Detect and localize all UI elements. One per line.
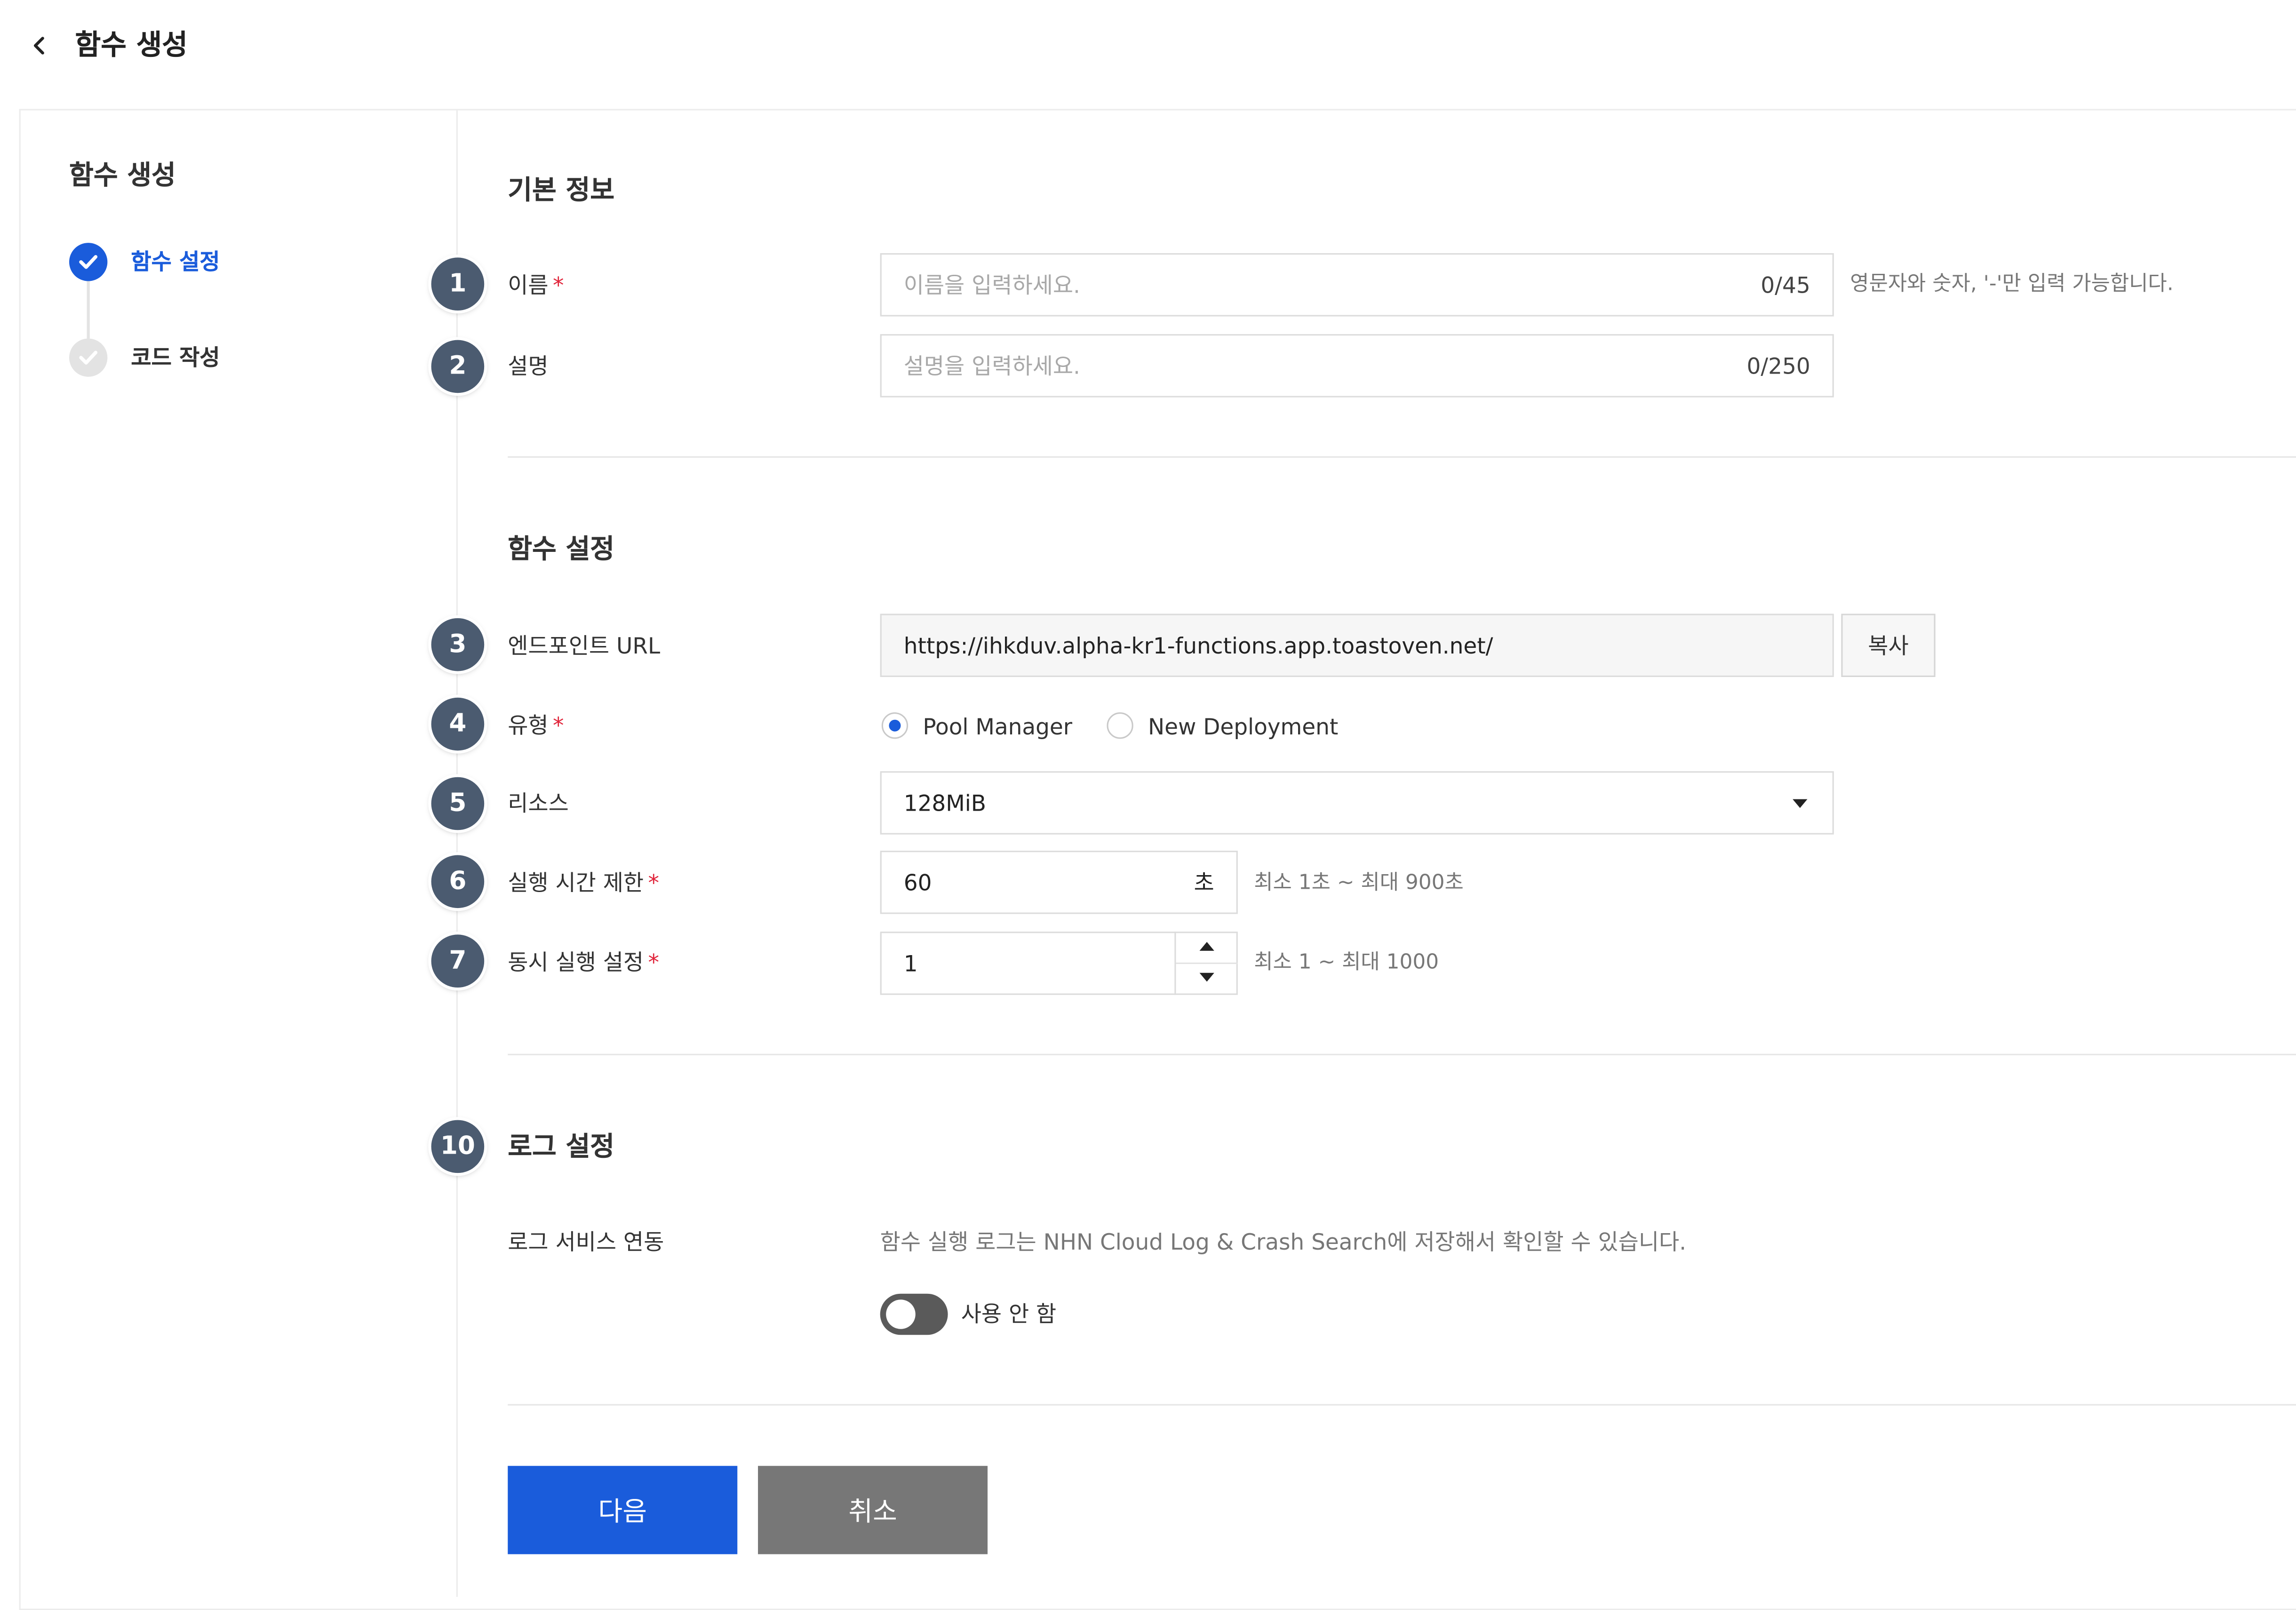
stepper-divider (1176, 962, 1238, 964)
increment-arrow-icon[interactable] (1199, 942, 1214, 951)
endpoint-label: 엔드포인트 URL (508, 633, 661, 660)
toggle-knob (886, 1299, 916, 1329)
decrement-arrow-icon[interactable] (1199, 972, 1214, 982)
concurrency-label: 동시 실행 설정 * (508, 949, 659, 976)
sidebar-step-function-settings[interactable]: 함수 설정 (131, 246, 220, 278)
section-divider (508, 1404, 2296, 1406)
concurrency-value: 1 (903, 950, 918, 978)
endpoint-url-field: https://ihkduv.alpha-kr1-functions.app.t… (880, 614, 1834, 677)
callout-badge: 1 (431, 257, 485, 311)
log-service-label: 로그 서비스 연동 (508, 1229, 664, 1256)
description-char-counter: 0/250 (1746, 353, 1810, 380)
radio-pool-manager[interactable] (881, 712, 909, 739)
section-title-function-settings: 함수 설정 (508, 534, 615, 566)
required-mark: * (552, 272, 564, 299)
log-toggle-label: 사용 안 함 (961, 1301, 1057, 1328)
required-mark: * (552, 712, 564, 739)
section-title-basic-info: 기본 정보 (508, 175, 615, 206)
resource-select[interactable]: 128MiB (880, 771, 1834, 835)
chevron-down-icon (1793, 799, 1808, 808)
description-placeholder: 설명을 입력하세요. (903, 353, 1080, 380)
name-hint: 영문자와 숫자, '-'만 입력 가능합니다. (1850, 272, 2174, 296)
sidebar-divider (456, 109, 458, 1597)
callout-badge: 7 (431, 934, 485, 988)
callout-badge: 5 (431, 777, 485, 830)
description-label: 설명 (508, 353, 549, 380)
timeout-value: 60 (903, 869, 932, 897)
name-placeholder: 이름을 입력하세요. (903, 272, 1080, 299)
sidebar-title: 함수 생성 (69, 160, 176, 191)
endpoint-url-value: https://ihkduv.alpha-kr1-functions.app.t… (903, 633, 1493, 660)
sidebar-step-write-code[interactable]: 코드 작성 (131, 342, 220, 374)
required-mark: * (648, 949, 659, 976)
section-title-log-settings: 로그 설정 (508, 1132, 615, 1163)
log-service-description: 함수 실행 로그는 NHN Cloud Log & Crash Search에 … (880, 1229, 1687, 1256)
resource-selected-value: 128MiB (903, 790, 986, 817)
description-input[interactable]: 설명을 입력하세요. 0/250 (880, 334, 1834, 398)
callout-badge: 10 (431, 1120, 485, 1173)
timeout-label: 실행 시간 제한 * (508, 869, 659, 897)
callout-badge: 4 (431, 697, 485, 751)
section-divider (508, 1053, 2296, 1055)
copy-button[interactable]: 복사 (1841, 614, 1936, 677)
radio-pool-manager-label[interactable]: Pool Manager (923, 711, 1072, 743)
callout-badge: 2 (431, 340, 485, 393)
radio-new-deployment-label[interactable]: New Deployment (1148, 711, 1338, 743)
timeout-input[interactable]: 60 초 (880, 851, 1238, 914)
section-divider (508, 456, 2296, 458)
back-arrow-icon[interactable] (28, 31, 51, 61)
type-label: 유형 * (508, 712, 564, 739)
radio-new-deployment[interactable] (1107, 712, 1133, 739)
concurrency-hint: 최소 1 ~ 최대 1000 (1254, 950, 1439, 974)
name-char-counter: 0/45 (1761, 272, 1810, 299)
next-button[interactable]: 다음 (508, 1466, 738, 1554)
cancel-button[interactable]: 취소 (758, 1466, 988, 1554)
callout-badge: 3 (431, 618, 485, 671)
resource-label: 리소스 (508, 790, 569, 817)
step-check-icon (69, 243, 108, 281)
page-title: 함수 생성 (75, 29, 188, 62)
step-pending-icon (69, 338, 108, 377)
name-label: 이름 * (508, 272, 564, 299)
timeout-unit: 초 (1194, 869, 1214, 897)
timeout-hint: 최소 1초 ~ 최대 900초 (1254, 871, 1464, 895)
required-mark: * (648, 869, 659, 897)
callout-badge: 6 (431, 855, 485, 909)
step-connector (87, 281, 90, 339)
name-input[interactable]: 이름을 입력하세요. 0/45 (880, 253, 1834, 317)
